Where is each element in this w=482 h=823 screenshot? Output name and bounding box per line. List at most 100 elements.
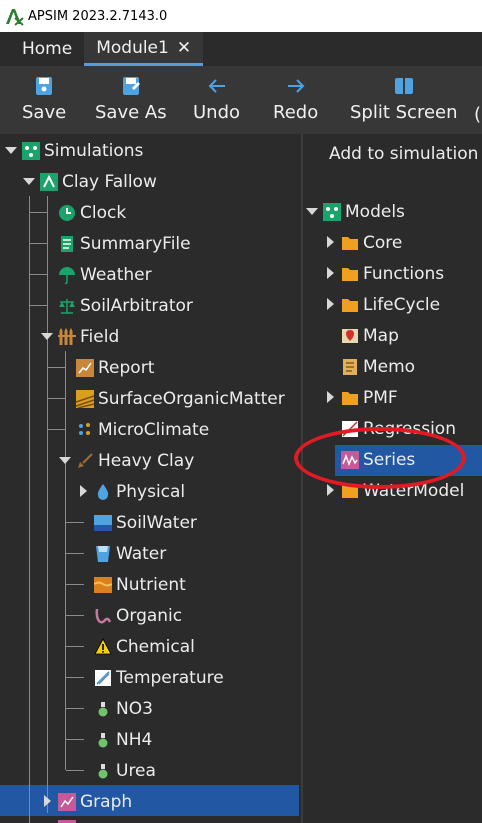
tree-node-no3[interactable]: NO3 bbox=[94, 693, 153, 724]
tree-label: Physical bbox=[116, 481, 186, 502]
expand-arrow-icon[interactable] bbox=[327, 236, 334, 248]
tree-label: Organic bbox=[116, 605, 183, 626]
tree-guide bbox=[47, 196, 48, 813]
tree-node-weather[interactable]: Weather bbox=[58, 259, 152, 290]
tree-label: NH4 bbox=[116, 729, 153, 750]
tree-label: PMF bbox=[363, 387, 398, 408]
collapse-arrow-icon[interactable] bbox=[306, 208, 318, 215]
tree-label: Clock bbox=[80, 202, 127, 223]
expand-arrow-icon[interactable] bbox=[327, 484, 334, 496]
tree-node-nutrient[interactable]: Nutrient bbox=[94, 569, 186, 600]
tree-guide bbox=[48, 398, 66, 399]
model-node-lifecycle[interactable]: LifeCycle bbox=[341, 289, 440, 320]
organic-worm-icon bbox=[94, 607, 112, 625]
tree-label: Simulations bbox=[44, 140, 144, 161]
tree-guide bbox=[30, 212, 48, 213]
tree-guide bbox=[66, 770, 84, 771]
tree-node-physical[interactable]: Physical bbox=[94, 476, 185, 507]
temperature-icon bbox=[94, 669, 112, 687]
tree-label: MicroClimate bbox=[98, 419, 210, 440]
panel-header: Add to simulation bbox=[329, 144, 479, 164]
tree-label: NO3 bbox=[116, 698, 153, 719]
split-screen-label: Split Screen bbox=[350, 102, 458, 123]
flask-icon bbox=[94, 762, 112, 780]
soilwater-icon bbox=[94, 514, 112, 532]
save-button[interactable]: Save bbox=[22, 74, 66, 123]
undo-button[interactable]: Undo bbox=[193, 74, 240, 123]
save-as-button[interactable]: Save As bbox=[95, 74, 167, 123]
expand-arrow-icon[interactable] bbox=[44, 795, 51, 807]
tree-node-simulations[interactable]: Simulations bbox=[22, 135, 143, 166]
shovel-icon bbox=[76, 452, 94, 470]
tree-node-summaryfile[interactable]: SummaryFile bbox=[58, 228, 191, 259]
tab-module1[interactable]: Module1 ✕ bbox=[84, 32, 204, 66]
tree-label: Map bbox=[363, 325, 399, 346]
tree-node-soilarbitrator[interactable]: SoilArbitrator bbox=[58, 290, 193, 321]
tree-guide bbox=[65, 474, 66, 770]
surface-organic-matter-icon bbox=[76, 389, 94, 408]
close-icon[interactable]: ✕ bbox=[177, 38, 191, 58]
tree-node-urea[interactable]: Urea bbox=[94, 755, 156, 786]
title-bar: APSIM 2023.2.7143.0 bbox=[0, 0, 482, 32]
collapse-arrow-icon[interactable] bbox=[23, 178, 35, 185]
tree-guide bbox=[66, 677, 84, 678]
highlight-ellipse bbox=[294, 427, 466, 489]
model-node-map[interactable]: Map bbox=[341, 320, 399, 351]
tree-label: SoilArbitrator bbox=[80, 295, 193, 316]
collapse-arrow-icon[interactable] bbox=[59, 457, 71, 464]
tree-node-organic[interactable]: Organic bbox=[94, 600, 182, 631]
microclimate-icon bbox=[76, 421, 94, 439]
expand-arrow-icon[interactable] bbox=[327, 267, 334, 279]
tree-node-clay-fallow[interactable]: Clay Fallow bbox=[40, 166, 157, 197]
redo-arrow-icon bbox=[287, 79, 305, 93]
models-icon bbox=[323, 202, 341, 221]
tree-guide bbox=[30, 305, 48, 306]
graph-icon bbox=[58, 792, 76, 811]
tree-label: Chemical bbox=[116, 636, 195, 657]
expand-arrow-icon[interactable] bbox=[327, 391, 334, 403]
tree-node-field[interactable]: Field bbox=[58, 321, 119, 352]
model-node-models[interactable]: Models bbox=[323, 196, 405, 227]
tree-label: Field bbox=[80, 326, 120, 347]
tree-node-surfaceorganicmatter[interactable]: SurfaceOrganicMatter bbox=[76, 383, 285, 414]
tree-node-clock[interactable]: Clock bbox=[58, 197, 126, 228]
model-node-core[interactable]: Core bbox=[341, 227, 402, 258]
tree-guide bbox=[66, 553, 84, 554]
tree-node-temperature[interactable]: Temperature bbox=[94, 662, 224, 693]
water-drop-icon bbox=[94, 483, 112, 501]
tree-guide bbox=[48, 429, 66, 430]
tree-label: Report bbox=[98, 357, 155, 378]
redo-button[interactable]: Redo bbox=[273, 74, 318, 123]
save-as-label: Save As bbox=[95, 102, 167, 123]
split-screen-button[interactable]: Split Screen bbox=[350, 74, 458, 123]
collapse-arrow-icon[interactable] bbox=[41, 333, 53, 340]
tree-label: Nutrient bbox=[116, 574, 186, 595]
tree-guide bbox=[30, 243, 48, 244]
expand-arrow-icon[interactable] bbox=[80, 485, 87, 497]
tree-node-report[interactable]: Report bbox=[76, 352, 154, 383]
tree-guide bbox=[29, 196, 30, 823]
folder-icon bbox=[341, 389, 359, 407]
save-as-icon bbox=[122, 77, 140, 95]
tree-guide bbox=[66, 646, 84, 647]
expand-arrow-icon[interactable] bbox=[327, 298, 334, 310]
tree-label: Weather bbox=[80, 264, 152, 285]
tree-node-soilwater[interactable]: SoilWater bbox=[94, 507, 197, 538]
collapse-arrow-icon[interactable] bbox=[5, 147, 17, 154]
tab-home[interactable]: Home bbox=[0, 32, 84, 66]
model-node-pmf[interactable]: PMF bbox=[341, 382, 398, 413]
flask-icon bbox=[94, 731, 112, 749]
water-glass-icon bbox=[94, 545, 112, 563]
warning-icon bbox=[94, 637, 112, 656]
tree-node-heavy-clay[interactable]: Heavy Clay bbox=[76, 445, 194, 476]
flask-icon bbox=[94, 700, 112, 718]
tab-home-label: Home bbox=[22, 39, 73, 59]
tree-node-chemical[interactable]: Chemical bbox=[94, 631, 195, 662]
tree-node-microclimate[interactable]: MicroClimate bbox=[76, 414, 209, 445]
tree-node-water[interactable]: Water bbox=[94, 538, 166, 569]
tree-guide bbox=[66, 615, 84, 616]
model-node-memo[interactable]: Memo bbox=[341, 351, 415, 382]
tree-node-graph[interactable]: Graph bbox=[58, 786, 132, 817]
tree-node-nh4[interactable]: NH4 bbox=[94, 724, 152, 755]
model-node-functions[interactable]: Functions bbox=[341, 258, 444, 289]
